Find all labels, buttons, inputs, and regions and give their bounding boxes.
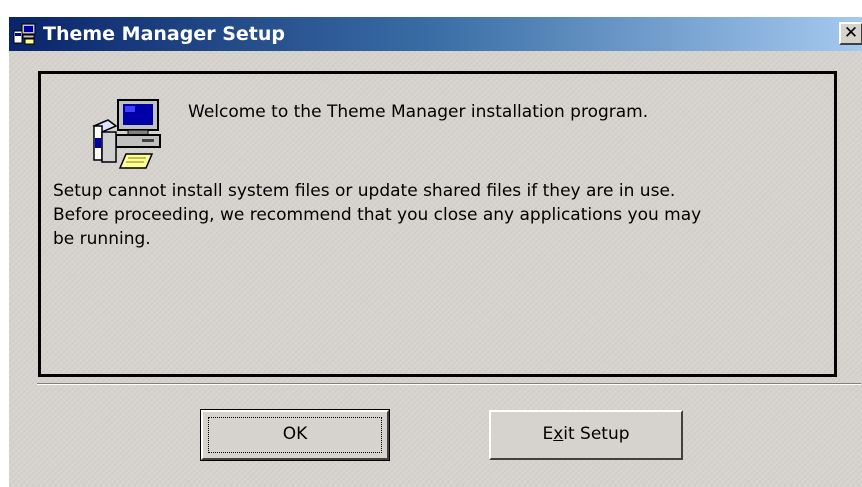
installer-computer-icon (92, 99, 161, 169)
setup-dialog-window: Theme Manager Setup ✕ Welcome to the The… (8, 16, 862, 487)
welcome-panel: Welcome to the Theme Manager installatio… (38, 71, 837, 377)
close-button[interactable]: ✕ (839, 22, 862, 45)
window-title: Theme Manager Setup (43, 23, 285, 45)
instruction-line: Before proceeding, we recommend that you… (53, 205, 702, 225)
exit-setup-label: Exit Setup (542, 424, 630, 444)
setup-computer-icon (13, 23, 36, 45)
exit-setup-button[interactable]: Exit Setup (489, 410, 683, 460)
instruction-line: be running. (53, 229, 151, 249)
focus-rectangle (208, 417, 382, 453)
setup-instructions: Setup cannot install system files or upd… (53, 179, 823, 251)
title-bar[interactable]: Theme Manager Setup ✕ (9, 17, 862, 51)
ok-button[interactable]: OK (200, 409, 390, 461)
close-icon: ✕ (843, 23, 859, 43)
instruction-line: Setup cannot install system files or upd… (53, 181, 676, 201)
button-separator (37, 383, 861, 385)
welcome-message: Welcome to the Theme Manager installatio… (188, 102, 649, 122)
